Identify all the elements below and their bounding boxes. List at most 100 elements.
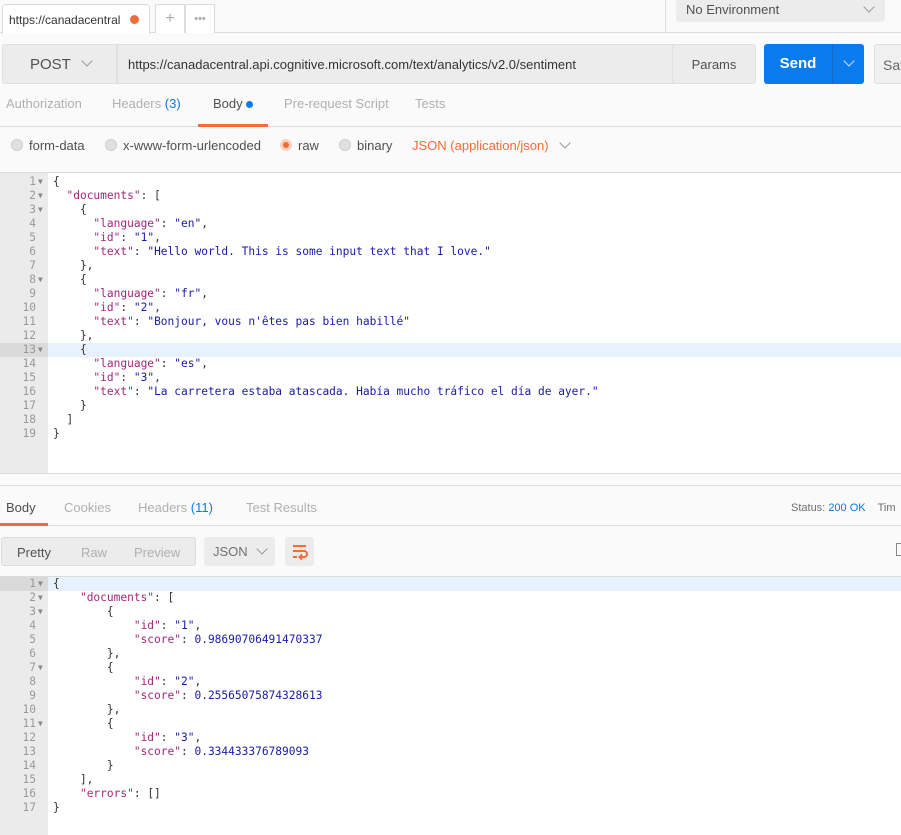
tab-response-body[interactable]: Body (0, 500, 48, 526)
environment-select[interactable]: No Environment (676, 0, 885, 22)
code-line: 4 "language": "en", (0, 217, 901, 231)
code-line: 3 ▼ { (0, 203, 901, 217)
chevron-down-icon (843, 55, 855, 67)
radio-icon (105, 139, 117, 151)
view-preview[interactable]: Preview (134, 545, 180, 560)
code-line: 7 ▼ { (0, 661, 901, 675)
tab-tests[interactable]: Tests (415, 96, 445, 126)
tab-test-results[interactable]: Test Results (246, 500, 317, 525)
code-text: } (53, 759, 114, 772)
divider (665, 0, 666, 33)
params-button[interactable]: Params (672, 44, 756, 84)
code-line: 13 "score": 0.334433376789093 (0, 745, 901, 759)
radio-selected-icon (280, 139, 292, 151)
code-text: { (53, 175, 60, 188)
code-line: 13 ▼ { (0, 343, 901, 357)
code-text: "id": "2", (93, 301, 161, 314)
code-text: { (53, 717, 114, 730)
line-number: 12 (22, 731, 36, 744)
fold-arrow-icon[interactable]: ▼ (38, 175, 43, 189)
code-text: }, (53, 703, 121, 716)
copy-icon[interactable] (896, 543, 901, 556)
line-number: 10 (22, 703, 36, 716)
code-line: 17} (0, 801, 901, 815)
code-line: 6 "text": "Hello world. This is some inp… (0, 245, 901, 259)
code-text: "documents": [ (79, 591, 175, 604)
active-tab-indicator (198, 124, 268, 127)
code-line: 15 ], (0, 773, 901, 787)
code-text: "id": "1", (93, 231, 161, 244)
method-select[interactable]: POST (2, 44, 117, 84)
tab-bar: https://canadacentral + ••• No Environme… (0, 0, 901, 34)
view-pretty[interactable]: Pretty (17, 545, 51, 560)
divider (0, 485, 901, 486)
format-select[interactable]: JSON (204, 537, 275, 566)
code-text: "language": "fr", (93, 287, 208, 300)
code-text: "errors": [] (79, 787, 161, 800)
code-text: "score": 0.25565075874328613 (133, 689, 323, 702)
radio-binary[interactable]: binary (339, 138, 392, 153)
line-number: 6 (29, 245, 36, 258)
tab-authorization[interactable]: Authorization (6, 96, 82, 126)
code-text: "text": "Bonjour, vous n'êtes pas bien h… (93, 315, 411, 328)
radio-form-data[interactable]: form-data (11, 138, 85, 153)
radio-raw[interactable]: raw (280, 138, 319, 153)
fold-arrow-icon[interactable]: ▼ (38, 273, 43, 287)
code-line: 15 "id": "3", (0, 371, 901, 385)
tab-cookies[interactable]: Cookies (64, 500, 111, 525)
fold-arrow-icon[interactable]: ▼ (38, 661, 43, 675)
line-number: 9 (29, 287, 36, 300)
radio-icon (339, 139, 351, 151)
tab-headers[interactable]: Headers (3) (112, 96, 181, 126)
code-text: ], (53, 773, 94, 786)
modified-dot-icon (246, 101, 254, 108)
request-body-editor[interactable]: 1 ▼{2 ▼ "documents": [3 ▼ {4 "language": "e… (0, 172, 901, 474)
more-tabs-button[interactable]: ••• (185, 4, 215, 33)
code-line: 14 "language": "es", (0, 357, 901, 371)
chevron-down-icon (81, 55, 93, 67)
fold-arrow-icon[interactable]: ▼ (38, 203, 43, 217)
wrap-lines-button[interactable] (285, 537, 314, 566)
new-tab-button[interactable]: + (155, 4, 185, 33)
fold-arrow-icon[interactable]: ▼ (38, 605, 43, 619)
fold-arrow-icon[interactable]: ▼ (38, 343, 43, 357)
fold-arrow-icon[interactable]: ▼ (38, 591, 43, 605)
line-number: 16 (22, 385, 36, 398)
response-body-viewer[interactable]: 1 ▼{2 ▼ "documents": [3 ▼ {4 "id": "1", 5 "s… (0, 576, 901, 835)
code-line: 18 ] (0, 413, 901, 427)
fold-arrow-icon[interactable]: ▼ (38, 189, 43, 203)
request-tabs: Authorization Headers (3) Body Pre-reque… (0, 96, 901, 127)
code-text: "id": "2", (133, 675, 202, 688)
line-number: 4 (29, 217, 36, 230)
send-options-button[interactable] (832, 44, 864, 84)
line-number: 10 (22, 301, 36, 314)
url-input[interactable]: https://canadacentral.api.cognitive.micr… (117, 44, 673, 84)
code-text: { (53, 343, 87, 356)
line-number: 9 (29, 689, 36, 702)
content-type-select[interactable]: JSON (application/json) (412, 137, 571, 153)
tab-response-headers[interactable]: Headers (11) (138, 500, 213, 525)
request-tab[interactable]: https://canadacentral (2, 4, 150, 34)
line-number: 17 (22, 399, 36, 412)
fold-arrow-icon[interactable]: ▼ (38, 577, 43, 591)
code-line: 1 ▼{ (0, 175, 901, 189)
code-line: 6 }, (0, 647, 901, 661)
code-line: 11 ▼ { (0, 717, 901, 731)
code-line: 8 "id": "2", (0, 675, 901, 689)
code-line: 9 "language": "fr", (0, 287, 901, 301)
line-number: 6 (29, 647, 36, 660)
tab-pre-request-script[interactable]: Pre-request Script (284, 96, 389, 126)
radio-x-www-form-urlencoded[interactable]: x-www-form-urlencoded (105, 138, 261, 153)
code-line: 1 ▼{ (0, 577, 901, 591)
view-raw[interactable]: Raw (81, 545, 107, 560)
tab-body[interactable]: Body (198, 96, 268, 127)
line-number: 12 (22, 329, 36, 342)
send-button[interactable]: Send (764, 44, 864, 84)
code-line: 17 } (0, 399, 901, 413)
code-text: { (53, 203, 87, 216)
save-button[interactable]: Sav (874, 44, 901, 84)
line-number: 8 (29, 675, 36, 688)
code-text: "documents": [ (66, 189, 161, 202)
fold-arrow-icon[interactable]: ▼ (38, 717, 43, 731)
code-line: 5 "score": 0.98690706491470337 (0, 633, 901, 647)
